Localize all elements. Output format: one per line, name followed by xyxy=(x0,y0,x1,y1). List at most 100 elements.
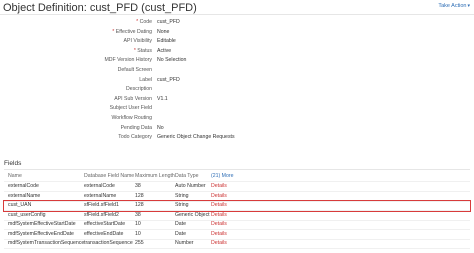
property-label: Workflow Routing xyxy=(0,114,152,123)
property-label-text: Description xyxy=(126,86,152,93)
property-label-text: Todo Category xyxy=(118,134,152,141)
details-link[interactable]: Details xyxy=(211,182,241,191)
property-row: Default Screen xyxy=(0,66,474,75)
property-label-text: Effective Dating xyxy=(115,28,152,35)
property-row: MDF Version History No Selection xyxy=(0,56,474,65)
property-row: Workflow Routing xyxy=(0,114,474,123)
table-row: externalCode externalCode 38 Auto Number Det… xyxy=(4,182,470,192)
property-value[interactable]: cust_PFD xyxy=(157,77,180,83)
property-label-text: Code xyxy=(139,19,152,25)
property-label: Pending Data xyxy=(0,124,152,133)
property-row: * Effective Dating None xyxy=(0,28,474,37)
fields-heading: Fields xyxy=(4,160,22,167)
max-length: 38 xyxy=(135,211,141,218)
property-label: * Code xyxy=(0,18,152,27)
more-columns-link[interactable]: (21) More xyxy=(211,172,241,181)
property-label: Description xyxy=(0,85,152,94)
database-field-name: effectiveStartDate xyxy=(84,221,126,227)
details-link[interactable]: Details xyxy=(211,201,241,210)
max-length: 128 xyxy=(135,202,144,208)
field-name: mdfSystemEffectiveEndDate xyxy=(8,230,74,237)
details-link[interactable]: Details xyxy=(211,211,241,220)
table-header-row: Name Database Field Name Maximum Length … xyxy=(4,172,470,182)
details-link[interactable]: Details xyxy=(211,239,241,248)
data-type: Number xyxy=(175,240,194,246)
max-length: 38 xyxy=(135,183,141,189)
property-label-text: Label xyxy=(139,76,152,83)
fields-divider xyxy=(4,169,470,170)
property-row: Subject User Field xyxy=(0,104,474,113)
property-select[interactable]: cust_PFD xyxy=(157,76,180,85)
column-header-name[interactable]: Name xyxy=(8,172,86,181)
property-label: Label xyxy=(0,76,152,85)
property-label: API Sub Version xyxy=(0,95,152,104)
field-name: cust_userConfig xyxy=(8,211,46,218)
property-label-text: MDF Version History xyxy=(104,57,152,64)
property-value: V1.1 xyxy=(157,95,168,102)
data-type: String xyxy=(175,192,189,199)
property-label: MDF Version History xyxy=(0,56,152,65)
table-row: cust_userConfig sfField.sfField2 38 Generic… xyxy=(4,211,470,221)
field-name: mdfSystemEffectiveStartDate xyxy=(8,221,76,227)
property-label: * Status xyxy=(0,47,152,56)
details-link[interactable]: Details xyxy=(211,192,241,201)
max-length: 128 xyxy=(135,192,144,199)
property-label-text: API Sub Version xyxy=(114,95,152,102)
max-length: 10 xyxy=(135,230,141,237)
column-header-db-field[interactable]: Database Field Name xyxy=(84,172,140,181)
field-name: cust_UAN xyxy=(8,202,32,208)
property-value[interactable]: Active xyxy=(157,48,171,54)
property-select[interactable]: None xyxy=(157,28,169,37)
property-label: Subject User Field xyxy=(0,104,152,113)
column-header-max-length[interactable]: Maximum Length xyxy=(135,172,177,181)
property-label-text: Workflow Routing xyxy=(111,115,152,121)
field-name: externalName xyxy=(8,192,41,199)
property-value: No xyxy=(157,124,164,131)
database-field-name: sfField.sfField2 xyxy=(84,211,119,218)
property-label-text: API Visibility xyxy=(123,38,152,45)
page-title: Object Definition: cust_PFD (cust_PFD) xyxy=(3,2,197,14)
table-row: mdfSystemEffectiveStartDate effectiveStar… xyxy=(4,220,470,230)
title-divider xyxy=(0,14,474,15)
property-row: Label cust_PFD xyxy=(0,76,474,85)
property-value[interactable]: No Selection xyxy=(157,57,186,63)
property-label-text: Pending Data xyxy=(120,124,152,131)
data-type: Generic Object xyxy=(175,211,210,218)
data-type: String xyxy=(175,202,189,208)
property-select[interactable]: Active xyxy=(157,47,171,56)
property-select[interactable]: Editable xyxy=(157,37,176,46)
chevron-down-icon[interactable]: ▾ xyxy=(467,3,470,9)
property-label-text: Status xyxy=(137,47,152,54)
details-link[interactable]: Details xyxy=(211,230,241,239)
property-label: API Visibility xyxy=(0,37,152,46)
database-field-name: sfField.sfField1 xyxy=(84,202,119,208)
property-row: Description xyxy=(0,85,474,94)
property-value[interactable]: Editable xyxy=(157,38,176,44)
database-field-name: transactionSequence xyxy=(84,240,133,246)
take-action-label[interactable]: Take Action xyxy=(438,3,466,9)
property-row: Pending Data No xyxy=(0,124,474,133)
property-select[interactable]: No Selection xyxy=(157,56,186,65)
field-name: externalCode xyxy=(8,183,39,189)
property-row: * Status Active xyxy=(0,47,474,56)
database-field-name: externalName xyxy=(84,192,117,199)
property-label: * Effective Dating xyxy=(0,28,152,37)
property-label: Default Screen xyxy=(0,66,152,75)
data-type: Date xyxy=(175,230,186,237)
property-value[interactable]: None xyxy=(157,29,169,35)
property-select[interactable]: Generic Object Change Requests xyxy=(157,133,235,142)
details-link[interactable]: Details xyxy=(211,220,241,229)
data-type: Auto Number xyxy=(175,183,206,189)
take-action-menu[interactable]: Take Action▾ xyxy=(438,3,470,9)
property-value: cust_PFD xyxy=(157,19,180,25)
table-row: mdfSystemTransactionSequence transactionS… xyxy=(4,239,470,249)
property-value[interactable]: Generic Object Change Requests xyxy=(157,134,235,140)
max-length: 10 xyxy=(135,221,141,227)
table-row-highlighted: cust_UAN sfField.sfField1 128 String Details xyxy=(3,200,471,212)
column-header-data-type[interactable]: Data Type xyxy=(175,172,211,181)
property-label: Todo Category xyxy=(0,133,152,142)
property-label-text: Default Screen xyxy=(117,67,152,73)
data-type: Date xyxy=(175,221,186,227)
table-row: mdfSystemEffectiveEndDate effectiveEndDat… xyxy=(4,230,470,240)
property-label-text: Subject User Field xyxy=(109,105,152,112)
